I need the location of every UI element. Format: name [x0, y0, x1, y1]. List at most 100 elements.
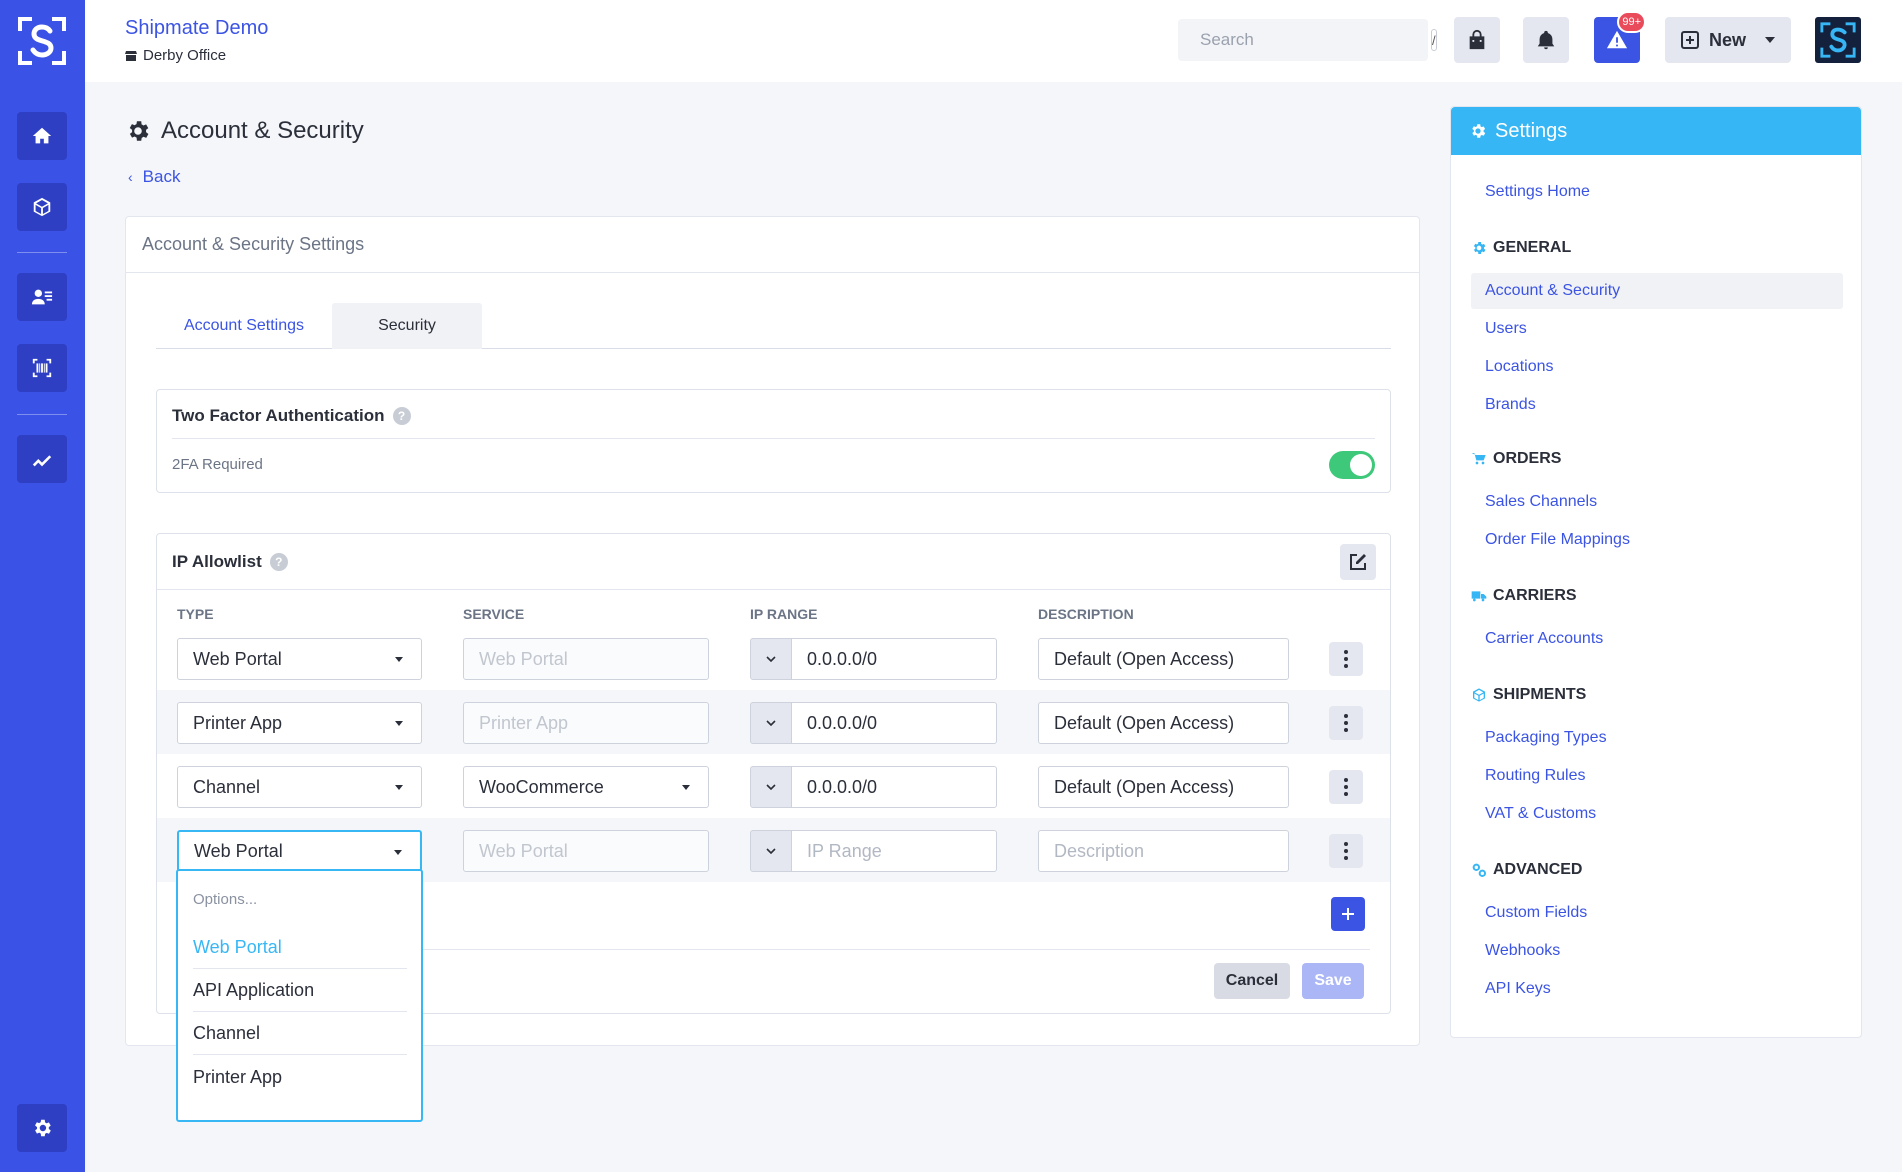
edit-allowlist-button[interactable]: [1340, 544, 1376, 580]
description-input[interactable]: Description: [1038, 830, 1289, 872]
sidebar-settings-button[interactable]: [17, 1104, 67, 1152]
chevron-down-icon: [766, 848, 776, 854]
dropdown-option-channel[interactable]: Channel: [193, 1013, 407, 1055]
settings-link-vat-customs[interactable]: VAT & Customs: [1485, 805, 1596, 823]
settings-tabs: Account Settings Security: [156, 303, 1391, 349]
settings-link-order-file-mappings[interactable]: Order File Mappings: [1485, 531, 1630, 549]
type-select[interactable]: Printer App: [177, 702, 422, 744]
section-heading-text: ORDERS: [1493, 450, 1562, 467]
settings-link-sales-channels[interactable]: Sales Channels: [1485, 493, 1597, 511]
table-row: Printer App Printer App 0.0.0.0/0 Defaul…: [157, 690, 1390, 754]
search-input[interactable]: [1200, 30, 1421, 50]
dropdown-option-api-application[interactable]: API Application: [193, 970, 407, 1012]
row-menu-button[interactable]: [1329, 770, 1363, 804]
new-button[interactable]: New: [1665, 17, 1791, 63]
section-heading-carriers: CARRIERS: [1471, 587, 1577, 605]
tab-security[interactable]: Security: [332, 303, 482, 349]
type-select-value: Web Portal: [193, 648, 282, 669]
type-select[interactable]: Channel: [177, 766, 422, 808]
column-header-type: TYPE: [177, 606, 214, 622]
ip-range-prefix-button[interactable]: [750, 702, 792, 744]
notifications-button[interactable]: [1523, 17, 1569, 63]
two-factor-title: Two Factor Authentication ?: [172, 406, 411, 426]
back-link[interactable]: ‹ Back: [128, 167, 180, 187]
shipmate-logo-icon[interactable]: [17, 16, 67, 66]
dropdown-option-printer-app[interactable]: Printer App: [193, 1056, 407, 1098]
two-factor-label: 2FA Required: [172, 456, 263, 473]
settings-link-api-keys[interactable]: API Keys: [1485, 980, 1551, 998]
ip-allowlist-title: IP Allowlist ?: [172, 552, 288, 572]
section-heading-shipments: SHIPMENTS: [1471, 686, 1586, 704]
gear-icon: [1473, 242, 1486, 254]
ip-range-input[interactable]: 0.0.0.0/0: [791, 766, 997, 808]
user-avatar[interactable]: [1815, 17, 1861, 63]
type-select[interactable]: Web Portal: [177, 638, 422, 680]
settings-link-locations[interactable]: Locations: [1485, 358, 1554, 376]
section-heading-text: GENERAL: [1493, 239, 1572, 256]
shopping-bag-icon: [1469, 29, 1485, 50]
sidebar-contacts-button[interactable]: [17, 273, 67, 321]
sidebar-scan-button[interactable]: [17, 344, 67, 392]
help-icon[interactable]: ?: [392, 407, 411, 425]
chevron-down-icon: [766, 720, 776, 726]
back-link-label: Back: [142, 167, 181, 186]
store-icon: [125, 50, 137, 61]
top-bar: Shipmate Demo Derby Office / 99+ New: [85, 0, 1902, 82]
description-input[interactable]: Default (Open Access): [1038, 702, 1289, 744]
settings-link-account-security[interactable]: Account & Security: [1471, 273, 1843, 309]
cancel-button[interactable]: Cancel: [1214, 963, 1290, 999]
settings-link-custom-fields[interactable]: Custom Fields: [1485, 904, 1587, 922]
bell-icon: [1537, 30, 1555, 50]
location-selector[interactable]: Derby Office: [125, 47, 226, 64]
caret-down-icon: [395, 657, 403, 662]
description-input[interactable]: Default (Open Access): [1038, 638, 1289, 680]
plus-icon: [1342, 908, 1354, 920]
description-input[interactable]: Default (Open Access): [1038, 766, 1289, 808]
settings-link-routing-rules[interactable]: Routing Rules: [1485, 767, 1586, 785]
settings-link-webhooks[interactable]: Webhooks: [1485, 942, 1560, 960]
settings-link-carrier-accounts[interactable]: Carrier Accounts: [1485, 630, 1603, 648]
card-header: Account & Security Settings: [126, 217, 1419, 273]
edit-icon: [1350, 554, 1366, 570]
service-select[interactable]: WooCommerce: [463, 766, 709, 808]
alerts-button[interactable]: 99+: [1594, 11, 1646, 63]
ip-range-input[interactable]: 0.0.0.0/0: [791, 638, 997, 680]
help-icon[interactable]: ?: [269, 553, 288, 571]
ip-range-prefix-button[interactable]: [750, 766, 792, 808]
settings-link-brands[interactable]: Brands: [1485, 396, 1536, 414]
chevron-down-icon: [766, 784, 776, 790]
row-menu-button[interactable]: [1329, 706, 1363, 740]
tab-account-settings[interactable]: Account Settings: [156, 303, 332, 349]
dropdown-option-web-portal[interactable]: Web Portal: [193, 927, 407, 969]
save-button[interactable]: Save: [1302, 963, 1364, 999]
row-menu-button[interactable]: [1329, 834, 1363, 868]
ip-range-input[interactable]: 0.0.0.0/0: [791, 702, 997, 744]
plus-square-icon: [1681, 31, 1699, 49]
table-row: Web Portal Web Portal 0.0.0.0/0 Default …: [157, 626, 1390, 690]
settings-home-link[interactable]: Settings Home: [1485, 183, 1590, 201]
row-menu-button[interactable]: [1329, 642, 1363, 676]
type-select[interactable]: Web Portal: [177, 830, 422, 872]
settings-link-users[interactable]: Users: [1485, 320, 1527, 338]
table-row: Channel WooCommerce 0.0.0.0/0 Default (O…: [157, 754, 1390, 818]
ip-range-prefix-button[interactable]: [750, 830, 792, 872]
chevron-left-icon: ‹: [128, 169, 133, 185]
column-header-service: SERVICE: [463, 606, 525, 622]
organization-name[interactable]: Shipmate Demo: [125, 17, 268, 40]
sidebar-home-button[interactable]: [17, 112, 67, 160]
settings-link-packaging-types[interactable]: Packaging Types: [1485, 729, 1607, 747]
add-row-button[interactable]: [1331, 897, 1365, 931]
caret-down-icon: [395, 785, 403, 790]
search-box[interactable]: /: [1178, 19, 1437, 61]
two-factor-title-text: Two Factor Authentication: [172, 406, 385, 425]
ip-range-input[interactable]: IP Range: [791, 830, 997, 872]
barcode-icon: [32, 358, 52, 378]
ip-allowlist-title-text: IP Allowlist: [172, 552, 262, 571]
sidebar-shipments-button[interactable]: [17, 183, 67, 231]
shopping-bag-button[interactable]: [1454, 17, 1500, 63]
two-factor-toggle[interactable]: [1329, 450, 1375, 479]
sidebar-reports-button[interactable]: [17, 435, 67, 483]
package-icon: [33, 197, 51, 217]
caret-down-icon: [394, 850, 402, 855]
ip-range-prefix-button[interactable]: [750, 638, 792, 680]
